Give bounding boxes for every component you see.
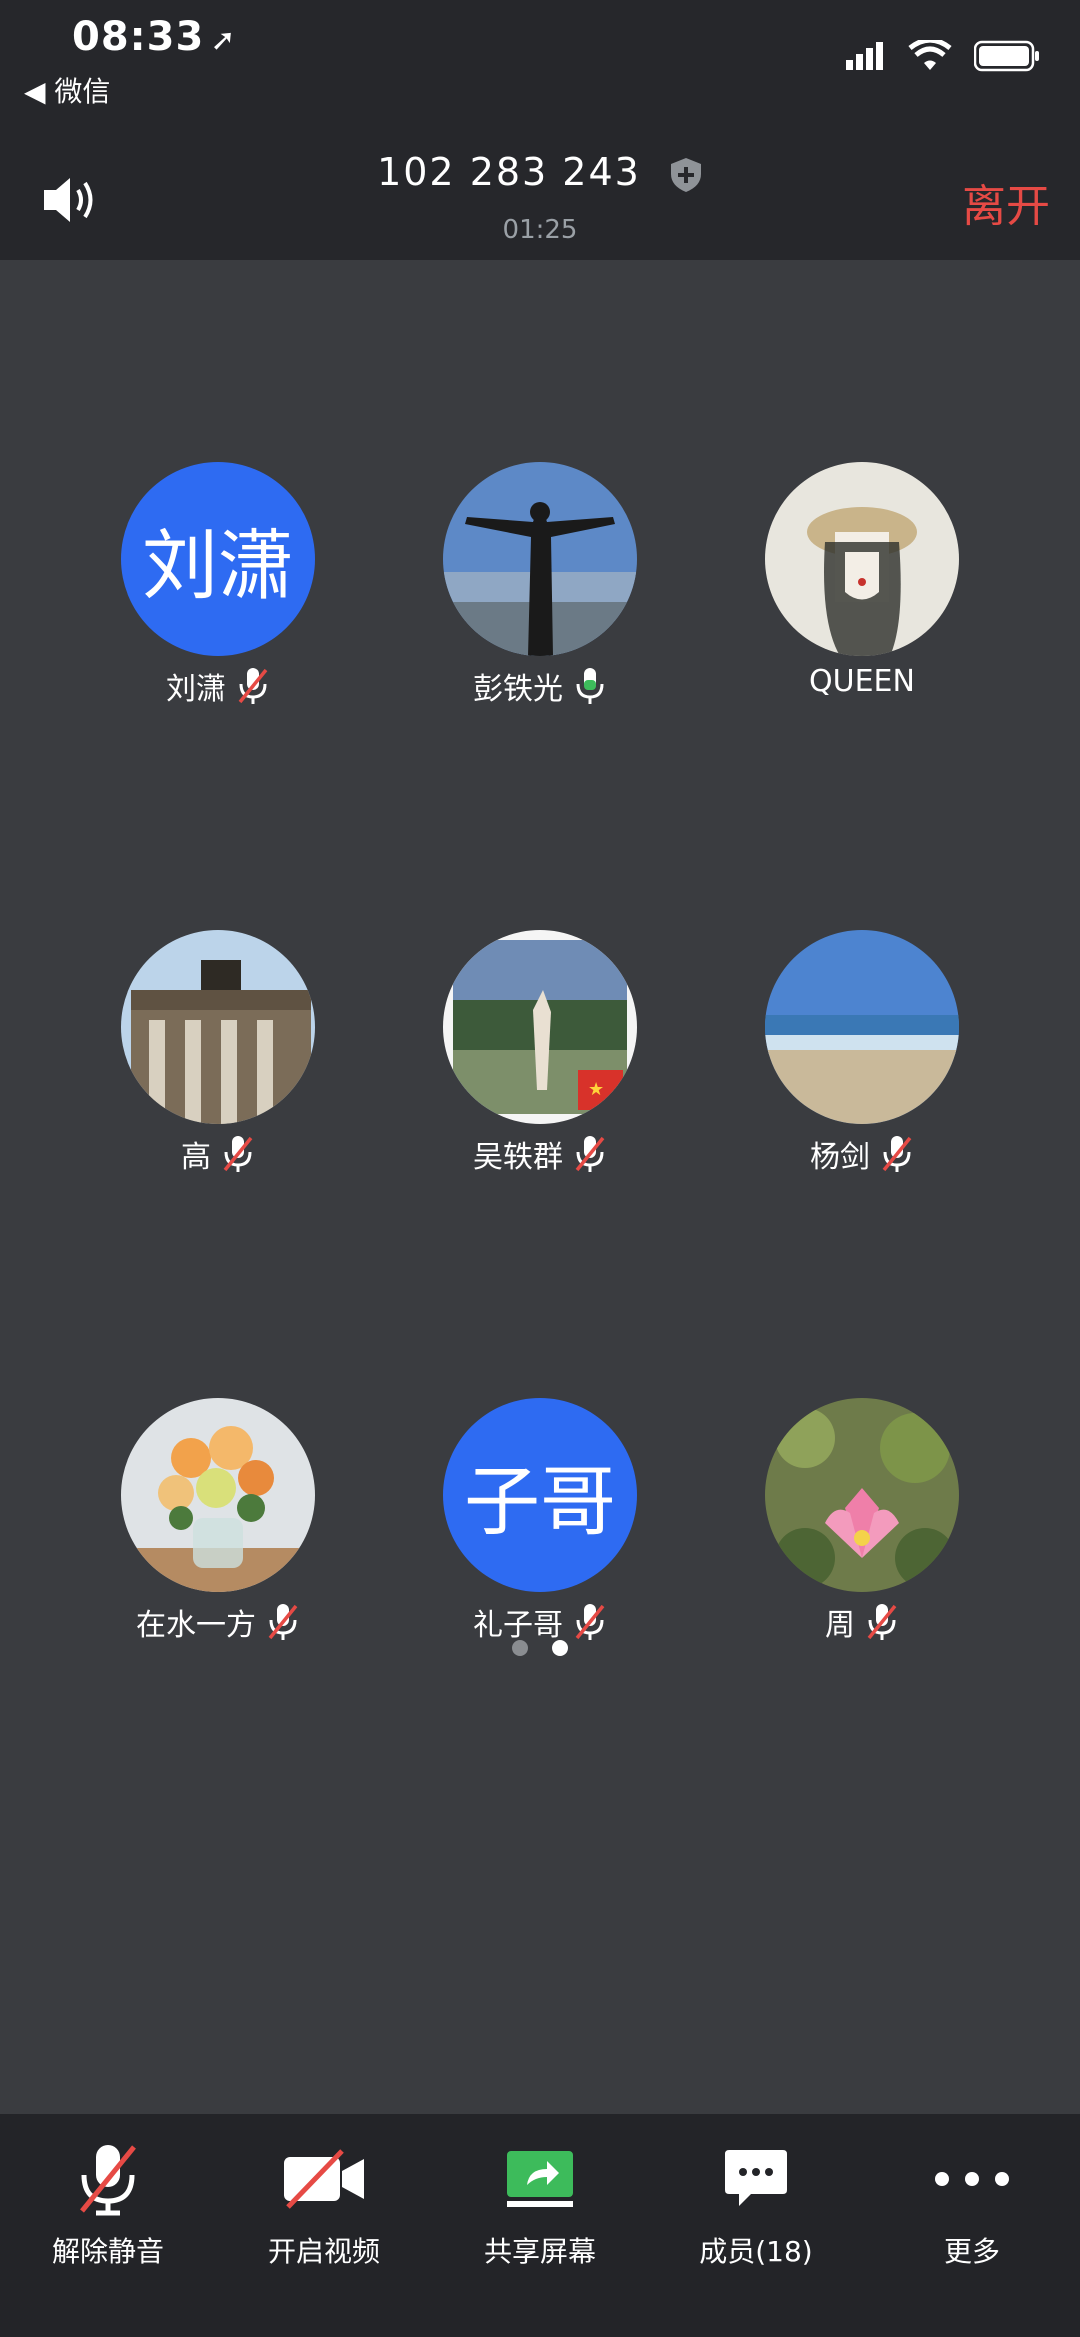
avatar-photo bbox=[121, 930, 315, 1124]
mic-muted-icon bbox=[238, 668, 268, 704]
wifi-icon bbox=[908, 40, 952, 70]
mic-muted-icon bbox=[867, 1604, 897, 1640]
participant-name: 彭铁光 bbox=[473, 672, 563, 707]
signal-icon bbox=[846, 42, 883, 70]
participant-name-row: 礼子哥 bbox=[379, 1600, 701, 1644]
video-off-icon bbox=[284, 2149, 364, 2209]
unmute-label: 解除静音 bbox=[51, 2235, 164, 2268]
mic-muted-icon bbox=[223, 1136, 253, 1172]
location-arrow-icon: ➚ bbox=[210, 23, 237, 58]
avatar bbox=[765, 930, 959, 1124]
participant-tile[interactable]: ★ 吴轶群 bbox=[379, 930, 701, 1176]
top-bar: 08:33 ➚ ◀ 微信 102 283 243 01:25 离开 bbox=[0, 0, 1080, 260]
avatar bbox=[443, 462, 637, 656]
avatar-photo bbox=[765, 930, 959, 1124]
participant-name: 礼子哥 bbox=[473, 1608, 563, 1643]
participant-name: 在水一方 bbox=[136, 1608, 256, 1643]
leave-button[interactable]: 离开 bbox=[962, 170, 1050, 234]
participant-name-row: 周 bbox=[701, 1600, 1023, 1644]
participant-name: 刘潇 bbox=[166, 672, 226, 707]
participant-name-row: 彭铁光 bbox=[379, 664, 701, 708]
start-video-button[interactable]: 开启视频 bbox=[216, 2134, 432, 2270]
more-dots-icon bbox=[935, 2172, 1009, 2186]
start-video-label: 开启视频 bbox=[267, 2235, 380, 2268]
participant-tile[interactable]: 子哥 礼子哥 bbox=[379, 1398, 701, 1644]
participant-tile[interactable]: 刘潇 刘潇 bbox=[57, 462, 379, 708]
participant-tile[interactable]: 在水一方 bbox=[57, 1398, 379, 1644]
participant-name-row: 杨剑 bbox=[701, 1132, 1023, 1176]
mic-muted-icon bbox=[268, 1604, 298, 1640]
mic-on-icon bbox=[576, 668, 604, 704]
mic-muted-icon bbox=[882, 1136, 912, 1172]
meeting-timer: 01:25 bbox=[502, 215, 578, 245]
share-screen-button[interactable]: 共享屏幕 bbox=[432, 2134, 648, 2270]
members-button[interactable]: 成员(18) bbox=[648, 2134, 864, 2270]
avatar bbox=[121, 930, 315, 1124]
share-screen-label: 共享屏幕 bbox=[483, 2235, 596, 2268]
participant-name: QUEEN bbox=[809, 664, 915, 699]
participant-tile[interactable]: 周 bbox=[701, 1398, 1023, 1644]
participant-name: 杨剑 bbox=[810, 1140, 870, 1175]
avatar bbox=[765, 1398, 959, 1592]
bottom-toolbar: 解除静音 开启视频 共享屏幕 成员(18) 更多 bbox=[0, 2114, 1080, 2337]
more-label: 更多 bbox=[943, 2235, 1000, 2268]
avatar-photo bbox=[765, 1398, 959, 1592]
avatar: 子哥 bbox=[443, 1398, 637, 1592]
participant-name-row: 吴轶群 bbox=[379, 1132, 701, 1176]
avatar bbox=[121, 1398, 315, 1592]
participant-name: 吴轶群 bbox=[473, 1140, 563, 1175]
participant-tile[interactable]: QUEEN bbox=[701, 462, 1023, 699]
mic-muted-icon bbox=[575, 1136, 605, 1172]
participant-name-row: 高 bbox=[57, 1132, 379, 1176]
participant-tile[interactable]: 高 bbox=[57, 930, 379, 1176]
mic-muted-icon bbox=[575, 1604, 605, 1640]
meeting-id-text: 102 283 243 bbox=[377, 150, 641, 194]
participant-name: 周 bbox=[825, 1608, 855, 1643]
avatar-photo bbox=[765, 462, 959, 656]
avatar bbox=[765, 462, 959, 656]
participant-name-row: 刘潇 bbox=[57, 664, 379, 708]
page-dot-active[interactable] bbox=[552, 1640, 568, 1656]
meeting-id: 102 283 243 bbox=[0, 150, 1080, 194]
page-indicator[interactable] bbox=[0, 1640, 1080, 1656]
share-screen-icon bbox=[507, 2151, 573, 2207]
participant-tile[interactable]: 彭铁光 bbox=[379, 462, 701, 708]
participant-name-row: QUEEN bbox=[701, 664, 1023, 699]
status-time: 08:33 ➚ bbox=[72, 14, 237, 60]
avatar: 刘潇 bbox=[121, 462, 315, 656]
mic-muted-icon bbox=[80, 2145, 136, 2216]
members-chat-icon bbox=[725, 2150, 787, 2206]
more-button[interactable]: 更多 bbox=[864, 2134, 1080, 2270]
participant-name: 高 bbox=[181, 1140, 211, 1175]
participant-name-row: 在水一方 bbox=[57, 1600, 379, 1644]
status-icons bbox=[846, 40, 1040, 72]
avatar: ★ bbox=[443, 930, 637, 1124]
members-label: 成员(18) bbox=[699, 2235, 813, 2268]
avatar-photo bbox=[443, 462, 637, 656]
back-to-wechat-link[interactable]: ◀ 微信 bbox=[24, 70, 110, 110]
avatar-photo: ★ bbox=[443, 930, 637, 1124]
avatar-photo bbox=[121, 1398, 315, 1592]
page-dot[interactable] bbox=[512, 1640, 528, 1656]
unmute-button[interactable]: 解除静音 bbox=[0, 2134, 216, 2270]
battery-icon bbox=[974, 40, 1039, 72]
svg-text:★: ★ bbox=[588, 1079, 604, 1100]
participant-tile[interactable]: 杨剑 bbox=[701, 930, 1023, 1176]
shield-icon[interactable] bbox=[669, 156, 703, 194]
